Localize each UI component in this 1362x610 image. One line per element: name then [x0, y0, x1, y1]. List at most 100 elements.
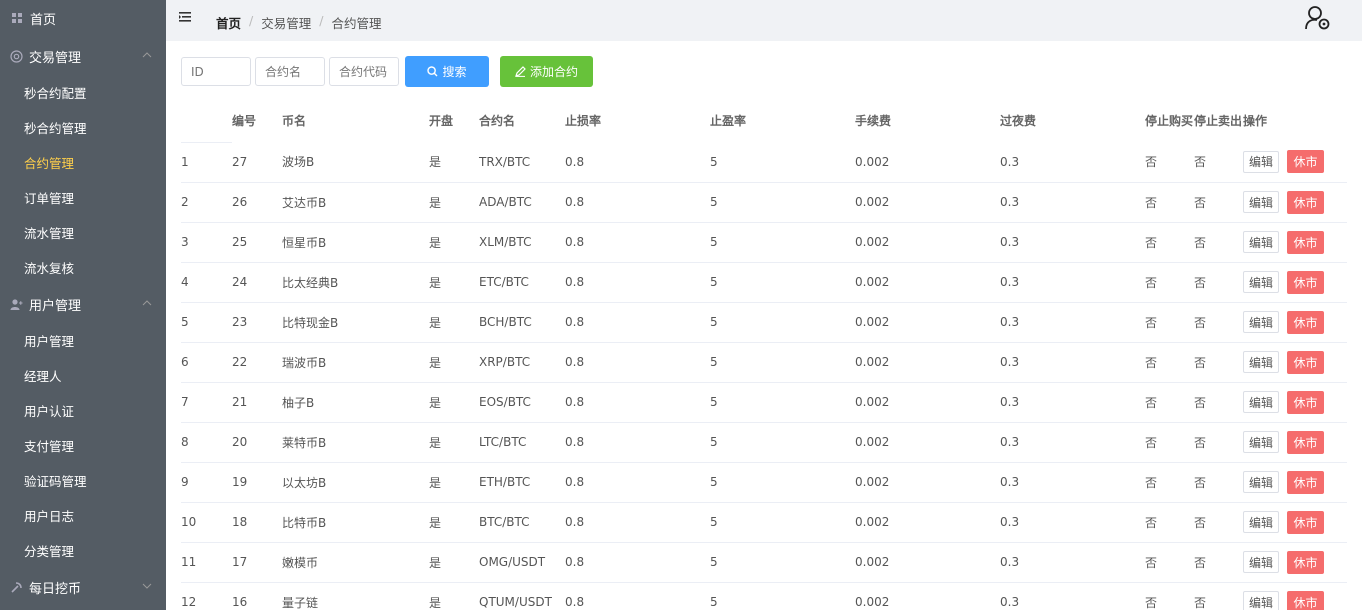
table-cell: ETH/BTC	[479, 462, 565, 503]
table-cell: 否	[1145, 302, 1194, 343]
table-cell: ETC/BTC	[479, 262, 565, 303]
id-filter-input[interactable]	[181, 57, 251, 86]
edit-button[interactable]: 编辑	[1243, 471, 1279, 493]
table-row: 12 16 量子链是 QTUM/USDT 0.8 5 0.002 0.3 否否编辑 休市	[181, 582, 1347, 610]
sidebar-item[interactable]: 用户认证	[0, 393, 166, 428]
sidebar-item[interactable]: 支付管理	[0, 428, 166, 463]
action-cell: 编辑 休市	[1243, 542, 1347, 583]
edit-button[interactable]: 编辑	[1243, 231, 1279, 253]
user-icon	[10, 298, 22, 310]
sidebar-item[interactable]: 合约管理	[0, 145, 166, 180]
table-cell: 0.3	[1000, 422, 1145, 463]
edit-button[interactable]: 编辑	[1243, 551, 1279, 573]
trade-icon	[9, 49, 23, 63]
close-market-button[interactable]: 休市	[1287, 270, 1324, 294]
action-cell: 编辑 休市	[1243, 462, 1347, 503]
sidebar-home-label: 首页	[30, 13, 57, 28]
table-cell: 0.3	[1000, 582, 1145, 610]
table-cell: 0.002	[855, 182, 1000, 223]
column-header: 过夜费	[1000, 113, 1037, 128]
close-market-button[interactable]: 休市	[1287, 470, 1324, 494]
sidebar-group-2[interactable]: 每日挖币	[0, 568, 166, 606]
table-cell: 8	[181, 422, 232, 463]
close-market-button[interactable]: 休市	[1287, 350, 1324, 374]
edit-button[interactable]: 编辑	[1243, 591, 1279, 610]
sidebar-item[interactable]: 秒合约配置	[0, 75, 166, 110]
table-cell: 5	[710, 382, 855, 423]
table-cell: 0.002	[855, 142, 1000, 183]
sidebar-item[interactable]: 经理人	[0, 358, 166, 393]
table-cell: 9	[181, 462, 232, 503]
sidebar-item[interactable]: 分类管理	[0, 533, 166, 568]
table-cell: 0.8	[565, 302, 710, 343]
table-cell: 0.8	[565, 262, 710, 303]
mining-icon	[10, 581, 22, 593]
close-market-button[interactable]: 休市	[1287, 310, 1324, 334]
edit-button[interactable]: 编辑	[1243, 511, 1279, 533]
breadcrumb-trade[interactable]: 交易管理	[261, 13, 311, 32]
close-market-button[interactable]: 休市	[1287, 510, 1324, 534]
chevron-up-icon	[142, 300, 152, 306]
edit-button[interactable]: 编辑	[1243, 150, 1279, 173]
sidebar-home[interactable]: 首页	[0, 0, 166, 37]
code-filter-input[interactable]	[329, 57, 399, 86]
edit-button[interactable]: 编辑	[1243, 271, 1279, 293]
table-cell: 0.002	[855, 222, 1000, 263]
table-cell: 0.3	[1000, 222, 1145, 263]
search-icon	[427, 66, 438, 77]
table-cell: 比太经典B	[282, 262, 429, 303]
menu-toggle-icon[interactable]	[178, 10, 192, 24]
sidebar-item[interactable]: 秒合约管理	[0, 110, 166, 145]
table-cell: 19	[232, 462, 282, 503]
sidebar-item[interactable]: 用户日志	[0, 498, 166, 533]
table-cell: 否	[1194, 382, 1243, 423]
edit-button[interactable]: 编辑	[1243, 391, 1279, 413]
table-cell: 艾达币B	[282, 182, 429, 223]
sidebar-item[interactable]: 流水复核	[0, 250, 166, 285]
column-header: 止盈率	[710, 113, 747, 128]
edit-button[interactable]: 编辑	[1243, 311, 1279, 333]
table-cell: 莱特币B	[282, 422, 429, 463]
sidebar-item[interactable]: 流水管理	[0, 215, 166, 250]
table-row: 10 18 比特币B 是 BTC/BTC 0.8 5 0.002 0.3 否否编辑 休市	[181, 502, 1347, 543]
contract-table: 编号 币名 开盘 合约名 止损率 止盈率 手续费 过夜费 停止购买 停止卖出 操作 1 27 波场B 是 T…	[181, 100, 1347, 610]
sidebar-item[interactable]: 验证码管理	[0, 463, 166, 498]
search-button[interactable]: 搜索	[405, 56, 489, 87]
sidebar-group-0[interactable]: 交易管理	[0, 37, 166, 75]
close-market-button[interactable]: 休市	[1287, 390, 1324, 414]
edit-icon	[515, 66, 526, 77]
edit-button[interactable]: 编辑	[1243, 191, 1279, 213]
add-contract-button[interactable]: 添加合约	[500, 56, 593, 87]
table-cell: 是	[429, 382, 479, 423]
user-settings-icon[interactable]	[1304, 4, 1332, 32]
close-market-button[interactable]: 休市	[1287, 230, 1324, 254]
table-cell: 否	[1194, 262, 1243, 303]
sidebar-item[interactable]: 用户管理	[0, 323, 166, 358]
table-cell: 否	[1194, 502, 1243, 543]
action-cell: 编辑 休市	[1243, 222, 1347, 263]
edit-button[interactable]: 编辑	[1243, 351, 1279, 373]
column-header: 合约名	[479, 113, 516, 128]
table-header: 编号 币名 开盘 合约名 止损率 止盈率 手续费 过夜费 停止购买 停止卖出 操作	[181, 100, 1347, 143]
close-market-button[interactable]: 休市	[1287, 150, 1324, 174]
table-cell: LTC/BTC	[479, 422, 565, 463]
table-cell: 否	[1145, 342, 1194, 383]
top-header: 首页 / 交易管理 / 合约管理	[166, 0, 1362, 41]
close-market-button[interactable]: 休市	[1287, 190, 1324, 214]
column-header	[181, 100, 232, 143]
table-cell: 2	[181, 182, 232, 223]
breadcrumb-home[interactable]: 首页	[216, 13, 241, 32]
table-cell: 0.8	[565, 422, 710, 463]
name-filter-input[interactable]	[255, 57, 325, 86]
close-market-button[interactable]: 休市	[1287, 430, 1324, 454]
table-cell: 5	[710, 342, 855, 383]
action-cell: 编辑 休市	[1243, 182, 1347, 223]
close-market-button[interactable]: 休市	[1287, 550, 1324, 574]
sidebar-item[interactable]: 订单管理	[0, 180, 166, 215]
close-market-button[interactable]: 休市	[1287, 590, 1324, 610]
table-row: 8 20 莱特币B 是 LTC/BTC 0.8 5 0.002 0.3 否否编辑 休市	[181, 422, 1347, 463]
edit-button[interactable]: 编辑	[1243, 431, 1279, 453]
sidebar-group-1[interactable]: 用户管理	[0, 285, 166, 323]
table-cell: 否	[1145, 542, 1194, 583]
table-cell: 恒星币B	[282, 222, 429, 263]
